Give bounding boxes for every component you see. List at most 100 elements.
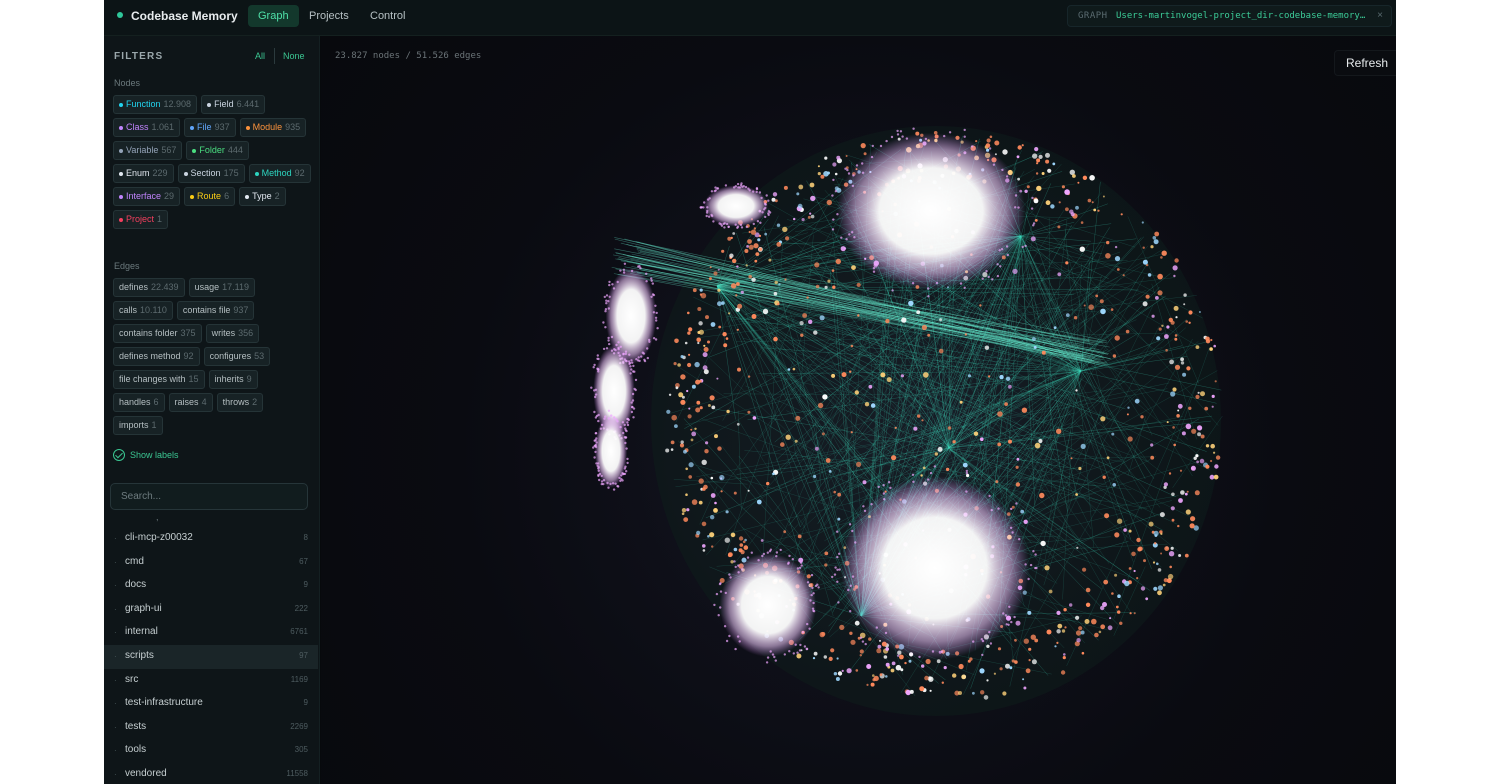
graph-node[interactable] — [686, 508, 690, 512]
tree-item[interactable]: · graph-ui 222 — [104, 598, 318, 622]
graph-node[interactable] — [1160, 532, 1163, 535]
graph-node[interactable] — [825, 458, 831, 463]
graph-node[interactable] — [690, 438, 694, 442]
graph-node[interactable] — [632, 416, 635, 419]
graph-node[interactable] — [1080, 443, 1086, 449]
graph-node[interactable] — [1134, 398, 1140, 404]
edge-filter-chip[interactable]: imports 1 — [113, 416, 163, 435]
graph-node[interactable] — [753, 243, 759, 249]
graph-node[interactable] — [1023, 638, 1029, 644]
graph-node[interactable] — [986, 138, 991, 143]
graph-node[interactable] — [997, 647, 1002, 651]
graph-node[interactable] — [698, 329, 704, 335]
graph-node[interactable] — [687, 362, 692, 368]
graph-node[interactable] — [913, 426, 918, 431]
refresh-button[interactable]: Refresh — [1334, 50, 1396, 76]
graph-node[interactable] — [698, 500, 703, 505]
graph-node[interactable] — [736, 422, 740, 426]
graph-node[interactable] — [737, 367, 741, 372]
graph-node[interactable] — [807, 215, 811, 219]
graph-node[interactable] — [876, 648, 882, 654]
graph-node[interactable] — [775, 551, 779, 554]
graph-node[interactable] — [1021, 144, 1024, 147]
graph-node[interactable] — [698, 321, 703, 326]
edge-filter-chip[interactable]: file changes with 15 — [113, 370, 205, 389]
graph-node[interactable] — [1195, 345, 1200, 349]
graph-node[interactable] — [724, 537, 730, 543]
graph-node[interactable] — [1053, 326, 1057, 329]
graph-node[interactable] — [1034, 219, 1038, 222]
graph-node[interactable] — [901, 317, 907, 323]
graph-node[interactable] — [996, 274, 1000, 278]
tab-projects[interactable]: Projects — [299, 5, 359, 27]
graph-node[interactable] — [1154, 542, 1157, 545]
graph-node[interactable] — [809, 212, 812, 215]
graph-node[interactable] — [1142, 259, 1148, 265]
graph-node[interactable] — [885, 318, 890, 324]
tree-item[interactable]: · test-infrastructure 9 — [104, 692, 318, 716]
graph-node[interactable] — [1164, 334, 1169, 339]
graph-node[interactable] — [1171, 518, 1175, 522]
graph-node[interactable] — [730, 560, 734, 564]
edge-filter-chip[interactable]: configures 53 — [203, 347, 271, 366]
graph-node[interactable] — [835, 258, 841, 265]
graph-node[interactable] — [897, 654, 900, 657]
graph-node[interactable] — [800, 333, 804, 337]
graph-node[interactable] — [1210, 459, 1213, 463]
graph-node[interactable] — [810, 214, 815, 219]
graph-node[interactable] — [806, 296, 809, 299]
graph-node[interactable] — [718, 325, 722, 329]
graph-node[interactable] — [680, 440, 684, 444]
select-none-button[interactable]: None — [283, 51, 305, 61]
graph-node[interactable] — [979, 668, 985, 674]
graph-node[interactable] — [736, 328, 739, 331]
graph-node[interactable] — [866, 683, 869, 687]
graph-node[interactable] — [1078, 466, 1082, 471]
graph-node[interactable] — [687, 414, 692, 419]
graph-node[interactable] — [802, 313, 807, 318]
graph-node[interactable] — [1114, 256, 1121, 262]
graph-node[interactable] — [959, 400, 963, 404]
graph-node[interactable] — [1188, 321, 1191, 324]
graph-node[interactable] — [831, 269, 835, 272]
graph-node[interactable] — [740, 290, 744, 294]
graph-node[interactable] — [1106, 240, 1110, 245]
graph-node[interactable] — [1046, 629, 1052, 635]
graph-node[interactable] — [837, 492, 842, 497]
graph-node[interactable] — [725, 337, 729, 340]
graph-node[interactable] — [701, 459, 707, 465]
graph-node[interactable] — [895, 664, 902, 671]
graph-node[interactable] — [1160, 552, 1163, 555]
graph-node[interactable] — [736, 282, 740, 286]
graph-node[interactable] — [745, 225, 748, 229]
edge-filter-chip[interactable]: defines method 92 — [113, 347, 200, 366]
graph-node[interactable] — [1215, 455, 1221, 460]
graph-node[interactable] — [1195, 454, 1199, 458]
graph-node[interactable] — [695, 407, 701, 413]
graph-node[interactable] — [754, 259, 758, 263]
graph-node[interactable] — [1169, 359, 1174, 365]
graph-node[interactable] — [870, 682, 875, 687]
graph-node[interactable] — [1197, 425, 1203, 431]
graph-node[interactable] — [780, 442, 785, 447]
graph-node[interactable] — [991, 278, 994, 281]
graph-node[interactable] — [1073, 316, 1078, 320]
node-filter-chip[interactable]: Function 12.908 — [113, 95, 198, 114]
graph-node[interactable] — [1045, 152, 1050, 158]
graph-node[interactable] — [1087, 198, 1092, 203]
graph-node[interactable] — [736, 226, 739, 229]
graph-node[interactable] — [626, 461, 629, 465]
graph-node[interactable] — [623, 262, 627, 265]
graph-node[interactable] — [1185, 320, 1188, 323]
graph-node[interactable] — [826, 199, 832, 206]
graph-node[interactable] — [809, 182, 815, 188]
graph-node[interactable] — [732, 258, 737, 264]
graph-node[interactable] — [820, 174, 825, 179]
graph-node[interactable] — [730, 532, 736, 538]
graph-visualization[interactable] — [321, 36, 1396, 784]
graph-node[interactable] — [920, 474, 923, 477]
graph-node[interactable] — [697, 341, 700, 345]
graph-node[interactable] — [796, 192, 800, 196]
graph-node[interactable] — [1083, 304, 1086, 307]
graph-node[interactable] — [1084, 619, 1090, 624]
